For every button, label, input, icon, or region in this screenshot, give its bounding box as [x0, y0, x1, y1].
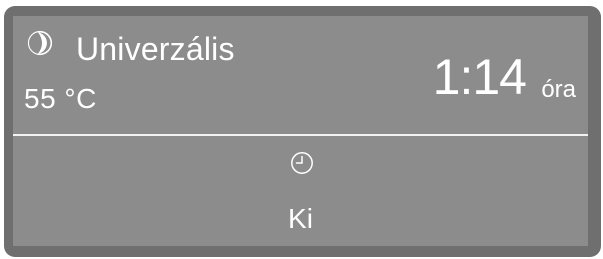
- time-unit: óra: [541, 76, 576, 103]
- display-screen: Univerzális 55 °C 1:14 óra Ki: [13, 16, 588, 246]
- clock-timer-icon[interactable]: [290, 151, 314, 175]
- remaining-time: 1:14: [432, 49, 527, 105]
- program-name: Univerzális: [76, 31, 235, 67]
- timer-label[interactable]: Ki: [13, 203, 588, 235]
- divider: [13, 134, 588, 136]
- temperature-readout: 55 °C: [24, 83, 97, 114]
- half-moon-program-icon: [27, 30, 53, 56]
